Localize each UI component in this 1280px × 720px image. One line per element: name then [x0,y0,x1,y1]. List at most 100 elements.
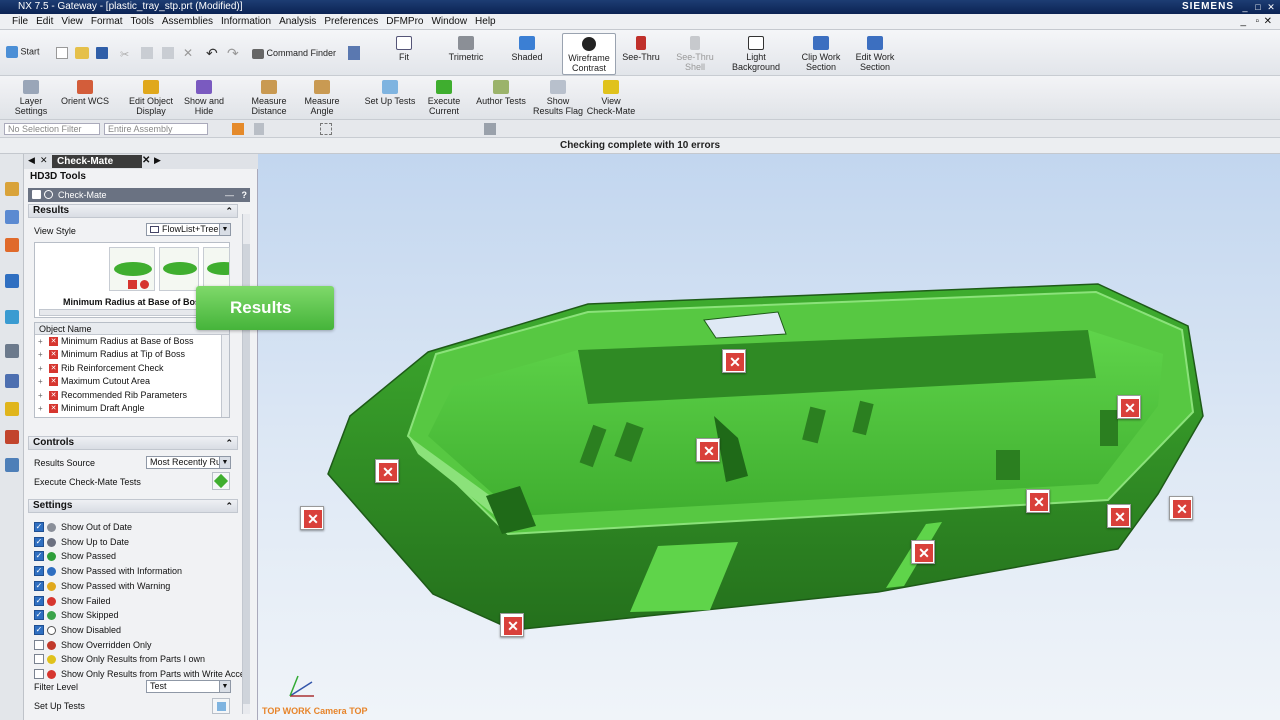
x-flag-icon[interactable]: ✕ [1026,489,1050,513]
x-flag-icon[interactable]: ✕ [696,438,720,462]
checkbox[interactable]: ✓ [34,624,44,635]
fit-button[interactable]: Fit [386,36,422,62]
new-file-icon[interactable] [56,47,68,59]
menu-preferences[interactable]: Preferences [320,14,382,30]
open-folder-icon[interactable] [75,47,89,59]
tray-model[interactable] [258,154,1280,720]
x-flag-icon[interactable]: ✕ [1107,504,1131,528]
settings-option[interactable]: ✓ Show Up to Date [34,535,129,549]
expand-icon[interactable]: + [38,362,43,375]
menu-tools[interactable]: Tools [127,14,158,30]
tab-scroll-right-icon[interactable]: ▶ [154,155,161,166]
settings-option[interactable]: ✓ Show Failed [34,594,111,608]
thumbnail-item[interactable] [159,247,199,291]
set-up-tests-panel-button[interactable] [212,698,230,714]
measure-distance-button[interactable]: Measure Distance [246,80,292,116]
result-row[interactable]: + ✕ Maximum Cutout Area [35,375,229,388]
select-mode-icon[interactable] [254,123,264,135]
show-and-hide-button[interactable]: Show and Hide [182,80,226,116]
rectangle-select-icon[interactable] [320,123,332,135]
checkbox[interactable]: ✓ [34,610,44,621]
part-navigator-icon[interactable] [5,210,19,224]
result-row[interactable]: + ✕ Rib Reinforcement Check [35,362,229,375]
menu-information[interactable]: Information [217,14,275,30]
history-icon[interactable] [5,344,19,358]
set-up-tests-button[interactable]: Set Up Tests [362,80,418,106]
settings-option[interactable]: ✓ Show Passed with Warning [34,579,170,593]
x-flag-icon[interactable]: ✕ [375,459,399,483]
layer-settings-button[interactable]: Layer Settings [10,80,52,116]
checkbox[interactable]: ✓ [34,595,44,606]
x-flag-icon[interactable]: ✕ [500,613,524,637]
result-row[interactable]: + ✕ Recommended Rib Parameters [35,389,229,402]
execute-tests-button[interactable] [212,472,230,490]
wireframe-contrast-button[interactable]: Wireframe Contrast [562,33,616,75]
checkbox[interactable] [34,639,44,650]
maximize-icon[interactable]: □ [1253,2,1263,12]
tab-check-mate[interactable]: Check-Mate [52,155,142,168]
scope-dropdown[interactable]: Entire Assembly [104,123,208,135]
filter-level-dropdown[interactable]: Test ▼ [146,680,231,693]
menu-format[interactable]: Format [87,14,127,30]
author-tests-button[interactable]: Author Tests [474,80,528,106]
doc-close-icon[interactable]: ✕ [1260,14,1276,30]
settings-option[interactable]: ✓ Show Passed with Information [34,564,182,578]
controls-section-header[interactable]: Controls ⌃ [28,436,238,450]
checkbox[interactable]: ✓ [34,580,44,591]
process-studio-icon[interactable] [5,402,19,416]
clip-work-section-button[interactable]: Clip Work Section [798,36,844,72]
graphics-window[interactable]: ✕ ✕ ✕ ✕ ✕ ✕ ✕ ✕ ✕ ✕ TOP WORK Camera TOP [258,154,1280,720]
see-thru-shell-button[interactable]: See-Thru Shell [674,36,716,72]
paste-icon[interactable] [162,47,174,59]
tab-scroll-left-icon[interactable]: ◀ [28,155,35,166]
result-row[interactable]: + ✕ Minimum Radius at Tip of Boss [35,348,229,361]
expand-icon[interactable]: + [38,348,43,361]
minimize-icon[interactable]: _ [1240,2,1250,12]
expand-icon[interactable]: + [38,402,43,415]
selection-arrow-icon[interactable] [348,46,360,60]
settings-option[interactable]: ✓ Show Passed [34,549,116,563]
results-source-dropdown[interactable]: Most Recently Run ▼ [146,456,231,469]
light-background-button[interactable]: Light Background [730,36,782,72]
system-materials-icon[interactable] [5,374,19,388]
orient-wcs-button[interactable]: Orient WCS [60,80,110,106]
refresh-icon[interactable] [44,190,53,199]
thumbnail-item[interactable] [109,247,155,291]
settings-option[interactable]: ✓ Show Out of Date [34,520,132,534]
home-icon[interactable] [32,190,41,199]
system-scenes-icon[interactable] [5,458,19,472]
menu-view[interactable]: View [57,14,87,30]
checkbox[interactable]: ✓ [34,566,44,577]
shaded-button[interactable]: Shaded [506,36,548,62]
settings-option[interactable]: Show Only Results from Parts I own [34,652,205,666]
result-row[interactable]: + ✕ Minimum Radius at Base of Boss [35,335,229,348]
checkbox[interactable] [34,654,44,665]
settings-option[interactable]: Show Overridden Only [34,638,152,652]
x-flag-icon[interactable]: ✕ [722,349,746,373]
trimetric-button[interactable]: Trimetric [444,36,488,62]
pin-icon[interactable]: ✕ [40,155,48,166]
reuse-library-icon[interactable] [5,238,19,252]
checkbox[interactable]: ✓ [34,522,44,532]
selection-filter-dropdown[interactable]: No Selection Filter [4,123,100,135]
settings-option[interactable]: Show Only Results from Parts with Write … [34,667,245,681]
thumbnail-item[interactable] [203,247,230,291]
edit-work-section-button[interactable]: Edit Work Section [852,36,898,72]
copy-icon[interactable] [141,47,153,59]
see-thru-button[interactable]: See-Thru [620,36,662,62]
roles-icon[interactable] [5,430,19,444]
expand-icon[interactable]: + [38,389,43,402]
expand-icon[interactable]: + [38,335,43,348]
menu-window[interactable]: Window [427,14,471,30]
start-button[interactable]: Start [6,46,50,58]
checkbox[interactable]: ✓ [34,536,44,547]
help-icon[interactable]: ? [242,188,248,202]
results-list-scrollbar[interactable] [221,335,229,417]
checkbox[interactable]: ✓ [34,551,44,562]
menu-assemblies[interactable]: Assemblies [158,14,217,30]
command-finder-button[interactable]: Command Finder [252,48,340,59]
view-check-mate-button[interactable]: View Check-Mate [586,80,636,116]
menu-dfmpro[interactable]: DFMPro [382,14,427,30]
settings-section-header[interactable]: Settings ⌃ [28,499,238,513]
doc-minimize-icon[interactable]: _ [1236,14,1250,30]
